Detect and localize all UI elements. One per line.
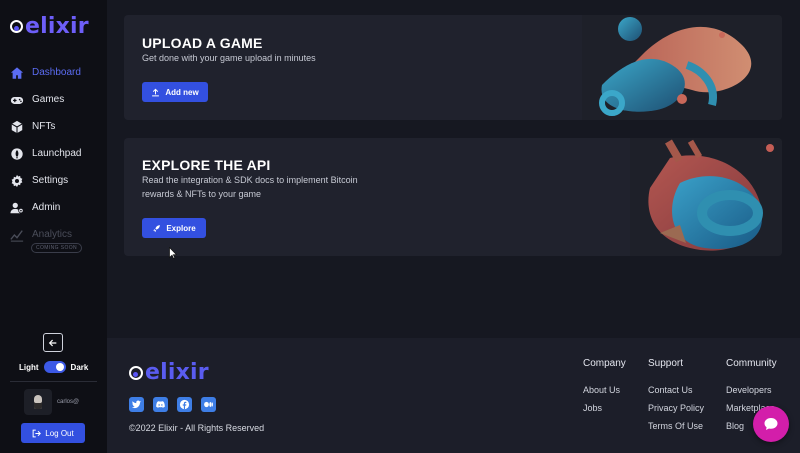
sidebar-nav: Dashboard Games NFTs Launchpad Settings <box>0 59 107 248</box>
rocket-icon <box>153 224 161 232</box>
card-description: Get done with your game upload in minute… <box>142 53 316 63</box>
explore-button[interactable]: Explore <box>142 218 206 238</box>
sidebar-divider <box>10 381 97 382</box>
logout-icon <box>32 429 42 437</box>
footer-link-privacy-policy[interactable]: Privacy Policy <box>648 403 704 421</box>
gear-icon <box>10 174 24 188</box>
logout-label: Log Out <box>45 428 74 438</box>
footer: elixir ©2022 Elixir - All Rights Reserve… <box>107 338 800 453</box>
coming-soon-badge: COMING SOON <box>31 243 83 253</box>
sidebar-item-label: Settings <box>32 175 69 186</box>
medium-icon[interactable] <box>201 397 216 412</box>
footer-column-company: Company About Us Jobs <box>583 358 626 421</box>
card-description-line: Read the integration & SDK docs to imple… <box>142 175 358 185</box>
footer-link-developers[interactable]: Developers <box>726 385 777 403</box>
add-new-button[interactable]: Add new <box>142 82 208 102</box>
sidebar-item-label: Launchpad <box>32 148 82 159</box>
logout-button[interactable]: Log Out <box>21 423 85 443</box>
discord-icon[interactable] <box>153 397 168 412</box>
footer-link-terms-of-use[interactable]: Terms Of Use <box>648 421 704 439</box>
mouse-cursor-icon <box>169 247 177 259</box>
abstract-ribbon-art <box>582 15 782 120</box>
footer-heading: Support <box>648 358 684 369</box>
chat-button[interactable] <box>753 406 789 442</box>
theme-light-label: Light <box>19 362 39 372</box>
footer-link-about-us[interactable]: About Us <box>583 385 626 403</box>
sidebar-item-label: Dashboard <box>32 67 81 78</box>
upload-icon <box>152 88 160 96</box>
add-new-label: Add new <box>165 87 199 97</box>
card-description: Read the integration & SDK docs to imple… <box>142 173 358 201</box>
sidebar-item-label: NFTs <box>32 121 56 132</box>
sidebar-item-nfts[interactable]: NFTs <box>0 113 107 140</box>
sidebar-item-label: Analytics <box>32 229 73 240</box>
sidebar-item-settings[interactable]: Settings <box>0 167 107 194</box>
gamepad-icon <box>10 93 24 107</box>
facebook-icon[interactable] <box>177 397 192 412</box>
footer-link-jobs[interactable]: Jobs <box>583 403 626 421</box>
explore-label: Explore <box>166 223 196 233</box>
sidebar-item-label: Games <box>32 94 65 105</box>
card-description-line: rewards & NFTs to your game <box>142 189 262 199</box>
sidebar-item-label: Admin <box>32 202 61 213</box>
copyright-text: ©2022 Elixir - All Rights Reserved <box>129 423 265 433</box>
sidebar-item-dashboard[interactable]: Dashboard <box>0 59 107 86</box>
user-profile[interactable]: carlos@ <box>24 389 79 415</box>
nft-cube-icon <box>10 120 24 134</box>
logo-text: elixir <box>145 360 209 385</box>
explore-api-card: EXPLORE THE API Read the integration & S… <box>124 138 782 256</box>
username: carlos@ <box>57 399 80 405</box>
sidebar-item-games[interactable]: Games <box>0 86 107 113</box>
theme-switch: Light Dark <box>19 361 88 373</box>
arrow-left-icon <box>48 339 57 346</box>
footer-heading: Company <box>583 358 626 369</box>
card-title: EXPLORE THE API <box>142 157 271 173</box>
theme-dark-label: Dark <box>70 362 89 372</box>
chart-icon <box>10 228 24 242</box>
twitter-icon[interactable] <box>129 397 144 412</box>
footer-heading: Community <box>726 358 777 369</box>
sidebar: elixir Dashboard Games NFTs Launchpad Se… <box>0 0 107 453</box>
footer-logo[interactable]: elixir <box>129 360 209 385</box>
elixir-logo-icon <box>129 365 143 380</box>
sidebar-logo[interactable]: elixir <box>10 14 89 39</box>
collapse-sidebar-button[interactable] <box>43 333 63 352</box>
chat-bubble-icon <box>764 418 778 430</box>
rocket-icon <box>10 147 24 161</box>
footer-link-contact-us[interactable]: Contact Us <box>648 385 704 403</box>
user-admin-icon <box>10 201 24 215</box>
upload-game-card: UPLOAD A GAME Get done with your game up… <box>124 15 782 120</box>
card-title: UPLOAD A GAME <box>142 35 263 51</box>
sidebar-item-admin[interactable]: Admin <box>0 194 107 221</box>
abstract-blob-art <box>630 138 782 256</box>
logo-text: elixir <box>25 14 89 39</box>
social-links <box>129 397 225 412</box>
avatar <box>24 389 52 415</box>
footer-column-support: Support Contact Us Privacy Policy Terms … <box>648 358 704 439</box>
sidebar-item-launchpad[interactable]: Launchpad <box>0 140 107 167</box>
elixir-logo-icon <box>10 20 23 33</box>
home-icon <box>10 66 24 80</box>
theme-toggle[interactable] <box>43 361 66 373</box>
